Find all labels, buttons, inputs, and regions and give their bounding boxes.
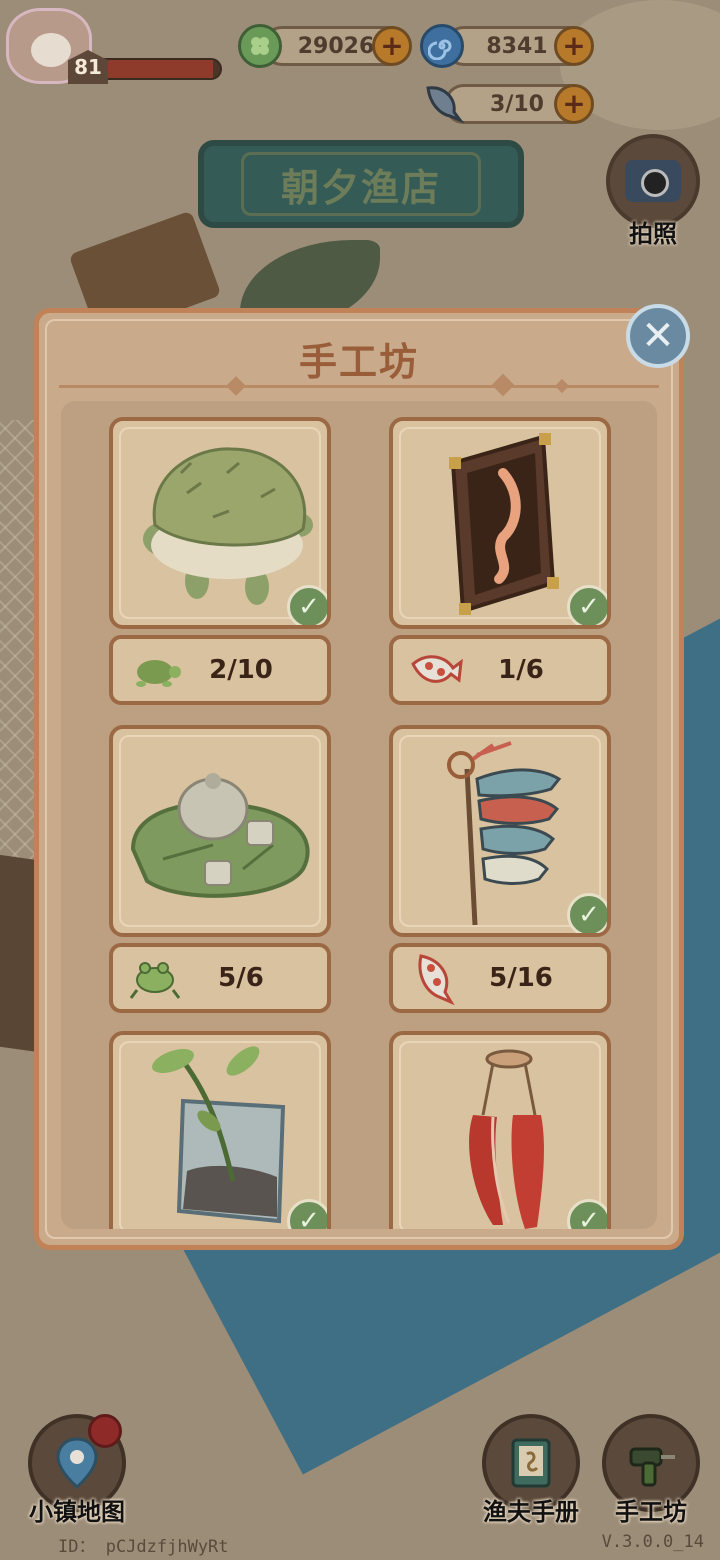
craft-count-tea-set: 5/6 xyxy=(109,943,331,1013)
craft-count-koi-painting: 1/6 xyxy=(389,635,611,705)
craft-item-grid[interactable]: ✓ 2/10 ✓ 1/6 5/6 ✓ 5/16 ✓ ✓ xyxy=(61,401,657,1229)
close-panel-button[interactable]: ✕ xyxy=(626,304,690,368)
clover-coin-icon xyxy=(238,24,282,68)
version-text: V.3.0.0_14 xyxy=(601,1532,704,1552)
craft-count-carp-streamers: 5/16 xyxy=(389,943,611,1013)
craft-card-carp-streamers[interactable]: ✓ xyxy=(389,725,611,937)
koi-fish-icon xyxy=(405,948,465,1008)
completed-check-icon: ✓ xyxy=(287,585,327,625)
completed-check-icon: ✓ xyxy=(567,893,607,933)
craft-card-koi-painting[interactable]: ✓ xyxy=(389,417,611,629)
craft-count-koi-painting-value: 1/6 xyxy=(498,655,544,685)
add-stamina-button[interactable]: + xyxy=(554,84,594,124)
add-clover-button[interactable]: + xyxy=(372,26,412,66)
dried-crayfish-image xyxy=(469,1049,544,1229)
craft-count-turtle-value: 2/10 xyxy=(209,655,273,685)
terrarium-image xyxy=(152,1046,286,1224)
player-id: ID： pCJdzfjhWyRt xyxy=(58,1537,229,1557)
add-shell-button[interactable]: + xyxy=(554,26,594,66)
camera-icon xyxy=(625,160,681,202)
craft-card-terrarium[interactable]: ✓ xyxy=(109,1031,331,1229)
carp-streamers-image xyxy=(447,741,562,926)
workshop-panel: 手工坊 ✓ 2/10 ✓ 1/6 5/6 ✓ 5/16 ✓ ✓ xyxy=(34,308,684,1250)
swirl-shell-icon xyxy=(420,24,464,68)
drill-icon xyxy=(629,1447,675,1487)
photo-label: 拍照 xyxy=(629,220,677,248)
frog-icon xyxy=(125,948,185,1008)
completed-check-icon: ✓ xyxy=(567,585,607,625)
fish-stamina-icon xyxy=(418,76,468,126)
handbook-icon xyxy=(511,1438,551,1488)
lotus-tea-set-image xyxy=(130,773,310,898)
koi-painting-image xyxy=(449,433,559,615)
shop-name: 朝夕渔店 xyxy=(280,165,441,210)
close-icon: ✕ xyxy=(641,313,675,359)
craft-card-crayfish[interactable]: ✓ xyxy=(389,1031,611,1229)
craft-count-tea-set-value: 5/6 xyxy=(218,963,264,993)
completed-check-icon: ✓ xyxy=(567,1199,607,1229)
panel-title: 手工坊 xyxy=(298,340,419,384)
workshop-label: 手工坊 xyxy=(615,1498,687,1526)
notification-dot xyxy=(88,1414,122,1448)
craft-count-turtle: 2/10 xyxy=(109,635,331,705)
craft-card-turtle[interactable]: ✓ xyxy=(109,417,331,629)
craft-count-carp-streamers-value: 5/16 xyxy=(489,963,553,993)
craft-card-tea-set[interactable] xyxy=(109,725,331,937)
town-map-label: 小镇地图 xyxy=(29,1498,125,1526)
shell-currency-value: 8341 xyxy=(486,33,548,59)
koi-fish-icon xyxy=(405,640,465,700)
completed-check-icon: ✓ xyxy=(287,1199,327,1229)
fish-stamina-value: 3/10 xyxy=(490,91,544,117)
shop-name-sign: 朝夕渔店 xyxy=(198,140,524,228)
turtle-icon xyxy=(125,640,185,700)
turtle-bed-image xyxy=(143,447,313,605)
clover-currency-value: 29026 xyxy=(297,33,375,59)
fisher-handbook-label: 渔夫手册 xyxy=(483,1498,579,1526)
